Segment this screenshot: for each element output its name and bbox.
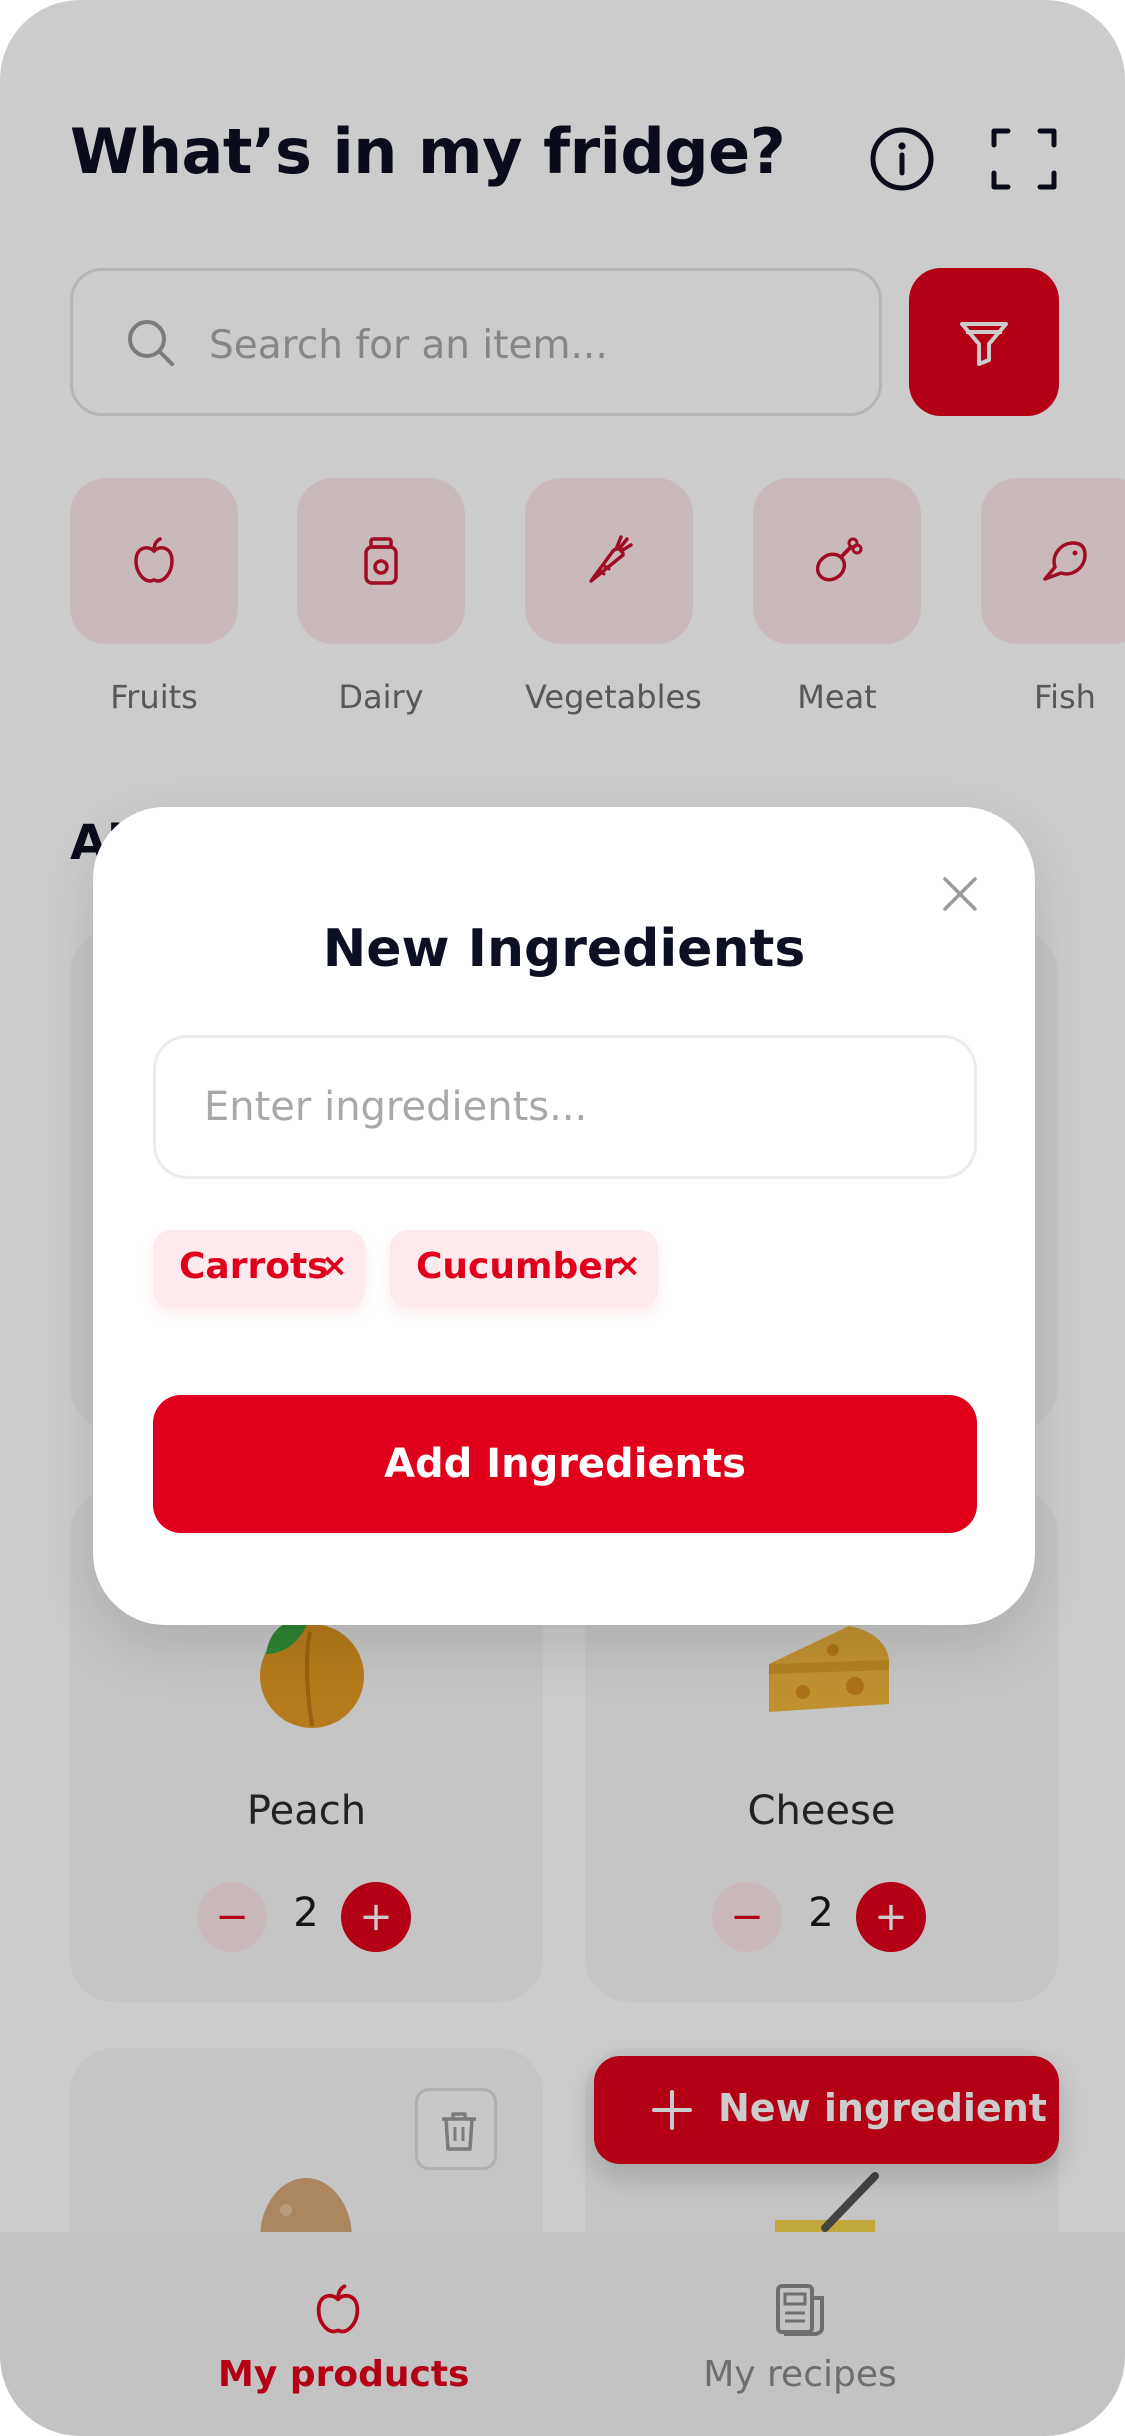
close-icon (943, 877, 977, 911)
ingredient-chip-carrots[interactable]: Carrots × (153, 1230, 365, 1308)
chip-label: Cucumber (416, 1246, 621, 1287)
remove-chip-button[interactable]: × (321, 1246, 348, 1284)
ingredients-input[interactable] (153, 1035, 977, 1179)
remove-chip-button[interactable]: × (614, 1246, 641, 1284)
add-ingredients-button[interactable]: Add Ingredients (153, 1395, 977, 1533)
app-screen: What’s in my fridge? Search for an item.… (0, 0, 1125, 2436)
ingredient-chip-cucumber[interactable]: Cucumber × (390, 1230, 658, 1308)
new-ingredients-dialog: New Ingredients Carrots × Cucumber × Add… (93, 807, 1035, 1625)
chip-label: Carrots (179, 1246, 329, 1287)
dialog-title: New Ingredients (322, 919, 806, 979)
close-button[interactable] (935, 869, 985, 919)
